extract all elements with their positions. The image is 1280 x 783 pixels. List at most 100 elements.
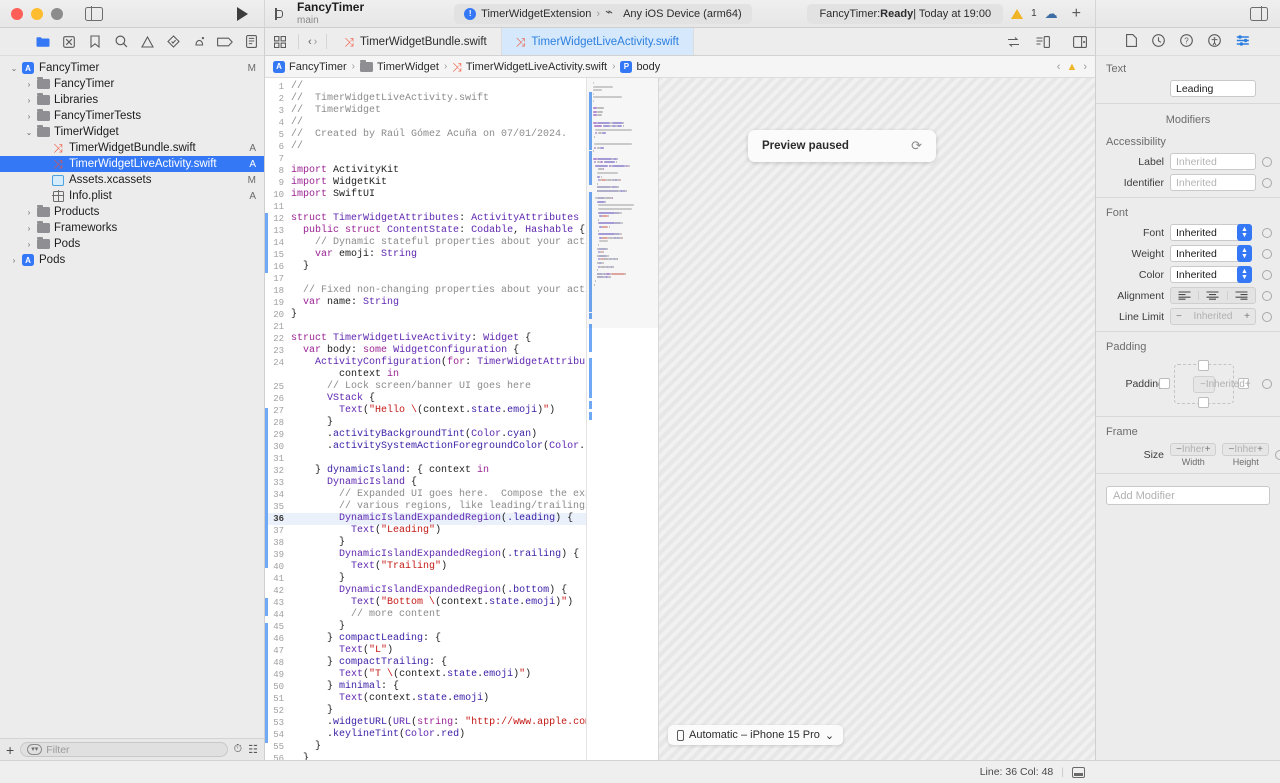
disclosure-triangle-icon[interactable]: › — [23, 80, 35, 89]
disclosure-triangle-icon[interactable]: ⌄ — [23, 128, 35, 137]
code-line[interactable]: 39 DynamicIslandExpandedRegion(.trailing… — [265, 549, 586, 561]
history-inspector-icon[interactable] — [1152, 33, 1165, 50]
disclosure-triangle-icon[interactable]: › — [23, 112, 35, 121]
binding-toggle-icon[interactable] — [1262, 311, 1272, 322]
inspector-toggle-icon[interactable] — [1250, 6, 1268, 21]
code-line[interactable]: 6 // — [265, 141, 586, 153]
code-line[interactable]: 26 VStack { — [265, 393, 586, 405]
code-line[interactable]: 23 var body: some WidgetConfiguration { — [265, 345, 586, 357]
file-inspector-icon[interactable] — [1126, 33, 1137, 50]
jumpbar-issue-nav[interactable]: ‹ ▲ › — [1057, 61, 1087, 73]
warning-icon[interactable] — [1011, 8, 1024, 19]
code-line[interactable]: 8 import ActivityKit — [265, 165, 586, 177]
recent-icon[interactable]: ⏱ — [234, 743, 243, 756]
code-line[interactable]: 16 } — [265, 261, 586, 273]
nav-item-timerwidget[interactable]: ⌄ TimerWidget — [0, 124, 264, 140]
code-line[interactable]: 35 // various regions, like leading/trai… — [265, 501, 586, 513]
code-line[interactable]: 33 DynamicIsland { — [265, 477, 586, 489]
code-line[interactable]: 17 — [265, 273, 586, 285]
cloud-icon[interactable]: ☁ — [1045, 6, 1058, 22]
align-right-icon[interactable] — [1228, 291, 1255, 300]
minimap-viewport[interactable] — [587, 78, 658, 328]
code-line[interactable]: 51 Text(context.state.emoji) — [265, 693, 586, 705]
code-line[interactable]: 14 // Dynamic stateful properties about … — [265, 237, 586, 249]
code-line[interactable]: 40 Text("Trailing") — [265, 561, 586, 573]
code-line[interactable]: 46 } compactLeading: { — [265, 633, 586, 645]
filter-input[interactable]: ▾▾ Filter — [20, 742, 228, 757]
nav-item-libraries[interactable]: › Libraries — [0, 92, 264, 108]
nav-item-timerwidgetliveactivity-swift[interactable]: ⤨ TimerWidgetLiveActivity.swift A — [0, 156, 264, 172]
code-line[interactable]: 25 // Lock screen/banner UI goes here — [265, 381, 586, 393]
padding-editor[interactable]: − Inherited + — [1159, 358, 1256, 410]
add-tab-button[interactable]: + — [1072, 5, 1081, 23]
accessibility-inspector-icon[interactable] — [1208, 33, 1221, 50]
debug-icon[interactable] — [186, 32, 212, 52]
code-line[interactable]: 29 .activityBackgroundTint(Color.cyan) — [265, 429, 586, 441]
binding-toggle-icon[interactable] — [1262, 379, 1272, 389]
add-editor-icon[interactable] — [1065, 35, 1095, 48]
code-line[interactable]: 11 — [265, 201, 586, 213]
popup-arrows-icon[interactable]: ▲ ▼ — [1237, 266, 1252, 283]
alignment-segmented-control[interactable] — [1170, 287, 1256, 304]
disclosure-triangle-icon[interactable]: › — [23, 224, 35, 233]
back-chevron-icon[interactable]: ‹ — [308, 36, 312, 48]
line-limit-stepper[interactable]: − Inherited + — [1170, 308, 1256, 325]
code-line[interactable]: 30 .activitySystemActionForegroundColor(… — [265, 441, 586, 453]
code-line[interactable]: 38 } — [265, 537, 586, 549]
filter-scope-icon[interactable]: ▾▾ — [27, 744, 43, 755]
padding-bottom-checkbox[interactable] — [1198, 397, 1209, 408]
increment-button[interactable]: + — [1245, 379, 1251, 390]
folder-icon[interactable] — [30, 32, 56, 52]
nav-item-fancytimer[interactable]: › FancyTimer — [0, 76, 264, 92]
code-line[interactable]: 52 } — [265, 705, 586, 717]
code-line[interactable]: 24 ActivityConfiguration(for: TimerWidge… — [265, 357, 586, 369]
expand-icon[interactable]: ☷ — [248, 743, 258, 756]
text-value-field[interactable]: Leading — [1170, 80, 1256, 97]
binding-toggle-icon[interactable] — [1262, 269, 1272, 280]
code-line[interactable]: 22 struct TimerWidgetLiveActivity: Widget… — [265, 333, 586, 345]
issue-icon[interactable] — [134, 32, 160, 52]
project-scheme-block[interactable]: FancyTimer main — [297, 0, 364, 26]
previous-issue-icon[interactable]: ‹ — [1057, 61, 1061, 73]
minimize-button[interactable] — [31, 7, 43, 20]
increment-button[interactable]: + — [1257, 444, 1263, 455]
code-line[interactable]: 32 } dynamicIsland: { context in — [265, 465, 586, 477]
forward-chevron-icon[interactable]: › — [314, 36, 318, 48]
code-line[interactable]: 10 import SwiftUI — [265, 189, 586, 201]
binding-toggle-icon[interactable] — [1262, 290, 1272, 301]
binding-toggle-icon[interactable] — [1274, 450, 1280, 460]
maximize-button[interactable] — [51, 7, 63, 20]
code-line[interactable]: 2 // TimerWidgetLiveActivity.swift — [265, 93, 586, 105]
padding-value-stepper[interactable]: − Inherited + — [1193, 375, 1251, 393]
align-center-icon[interactable] — [1199, 291, 1228, 300]
code-line[interactable]: 43 Text("Bottom \(context.state.emoji)") — [265, 597, 586, 609]
code-line[interactable]: 28 } — [265, 417, 586, 429]
window-controls[interactable] — [0, 7, 63, 20]
disclosure-triangle-icon[interactable]: › — [23, 208, 35, 217]
preview-canvas[interactable]: Preview paused ⟳ Automatic – iPhone 15 P… — [658, 78, 1095, 760]
nav-item-assets-xcassets[interactable]: Assets.xcassets M — [0, 172, 264, 188]
code-line[interactable]: 53 .widgetURL(URL(string: "http://www.ap… — [265, 717, 586, 729]
code-line[interactable]: 47 Text("L") — [265, 645, 586, 657]
code-line[interactable]: 54 .keylineTint(Color.red) — [265, 729, 586, 741]
accessibility-identifier-field[interactable]: Inherited — [1170, 174, 1256, 191]
nav-item-info-plist[interactable]: Info.plist A — [0, 188, 264, 204]
project-navigator-tree[interactable]: ⌄ A FancyTimer M › FancyTimer › Libraries › Fancy… — [0, 56, 264, 738]
test-icon[interactable] — [160, 32, 186, 52]
code-line[interactable]: 49 Text("T \(context.state.emoji)") — [265, 669, 586, 681]
code-editor[interactable]: 1 // 2 // TimerWidgetLiveActivity.swift 3 // … — [265, 78, 658, 760]
nav-item-timerwidgetbundle-swift[interactable]: ⤨ TimerWidgetBundle.swift A — [0, 140, 264, 156]
preview-paused-banner[interactable]: Preview paused ⟳ — [748, 130, 936, 162]
code-line[interactable]: 42 DynamicIslandExpandedRegion(.bottom) … — [265, 585, 586, 597]
code-line[interactable]: 4 // — [265, 117, 586, 129]
code-line[interactable]: 45 } — [265, 621, 586, 633]
quick-help-icon[interactable]: ? — [1180, 33, 1193, 50]
align-left-icon[interactable] — [1171, 291, 1200, 300]
source-control-icon[interactable] — [56, 32, 82, 52]
report-icon[interactable] — [238, 32, 264, 52]
code-line[interactable]: 48 } compactTrailing: { — [265, 657, 586, 669]
breadcrumb-item-timerwidget[interactable]: TimerWidget — [360, 59, 439, 73]
breadcrumb-item-fancytimer[interactable]: A FancyTimer — [273, 60, 347, 73]
code-review-icon[interactable] — [1028, 35, 1058, 48]
code-line[interactable]: 34 // Expanded UI goes here. Compose the… — [265, 489, 586, 501]
